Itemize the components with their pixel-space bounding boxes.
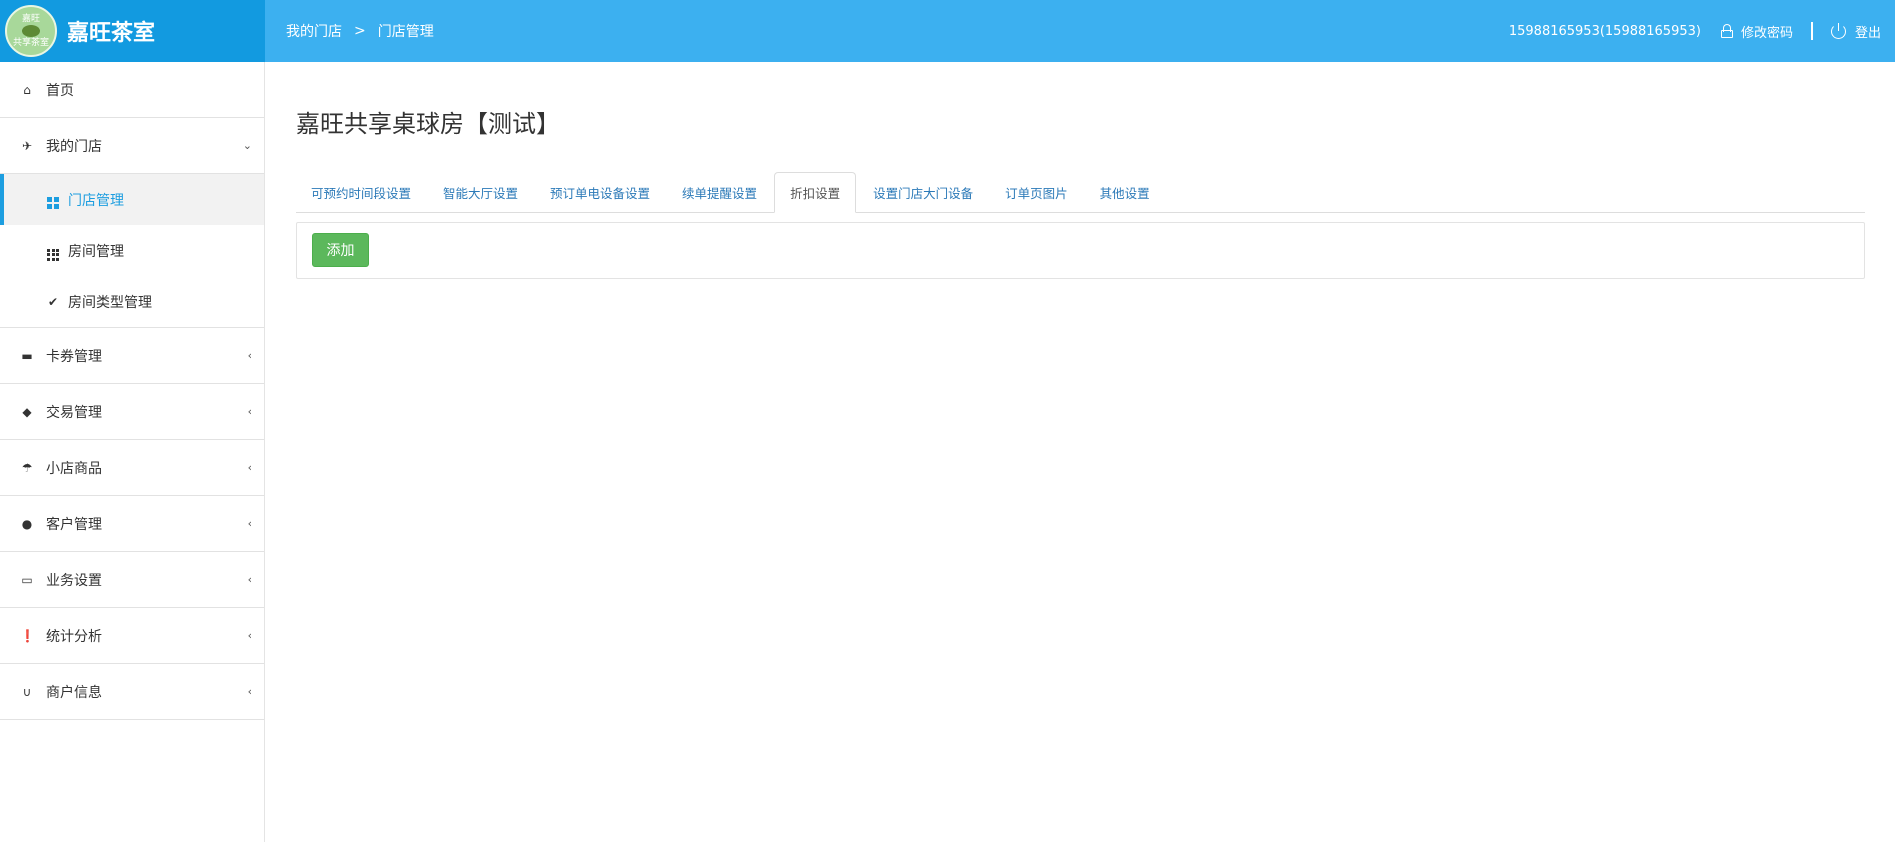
chevron-left-icon: ‹ xyxy=(247,573,252,586)
sidebar-item-label: 业务设置 xyxy=(46,572,102,589)
exclamation-icon: ❗ xyxy=(20,628,35,643)
sidebar-submenu-my-store: 门店管理 房间管理 ✔ 房间类型管理 xyxy=(0,174,264,328)
sidebar-item-label: 卡券管理 xyxy=(46,348,102,365)
user-area: 15988165953(15988165953) 修改密码 登出 xyxy=(1509,0,1881,62)
breadcrumb-my-store[interactable]: 我的门店 xyxy=(286,21,342,41)
folder-icon: ▬ xyxy=(21,348,33,363)
inbox-icon: ▭ xyxy=(21,572,33,587)
chevron-down-icon: ⌄ xyxy=(242,139,252,152)
sidebar-item-label: 门店管理 xyxy=(68,192,124,209)
umbrella-icon: ☂ xyxy=(21,460,33,475)
logo-text-top: 嘉旺 xyxy=(21,14,40,24)
breadcrumb: 我的门店 > 门店管理 xyxy=(286,0,434,62)
chevron-left-icon: ‹ xyxy=(247,685,252,698)
sidebar-item-my-store[interactable]: ✈ 我的门店 ⌄ xyxy=(0,118,264,174)
sidebar-item-label: 首页 xyxy=(46,82,74,99)
plane-icon: ✈ xyxy=(21,138,33,153)
tags-icon: ◆ xyxy=(22,404,32,419)
lock-icon xyxy=(1720,24,1733,38)
tab-discount-settings[interactable]: 折扣设置 xyxy=(774,172,857,213)
sidebar-item-coupons[interactable]: ▬ 卡券管理 ‹ xyxy=(0,328,264,384)
tab-order-page-images[interactable]: 订单页图片 xyxy=(990,172,1083,212)
sidebar-item-business-settings[interactable]: ▭ 业务设置 ‹ xyxy=(0,552,264,608)
chevron-left-icon: ‹ xyxy=(247,517,252,530)
main-content: 嘉旺共享桌球房【测试】 可预约时间段设置 智能大厅设置 预订单电设备设置 续单提… xyxy=(265,62,1895,842)
sidebar-item-label: 客户管理 xyxy=(46,516,102,533)
add-button[interactable]: 添加 xyxy=(312,233,369,267)
change-password-label: 修改密码 xyxy=(1740,25,1793,41)
sidebar-item-shop-goods[interactable]: ☂ 小店商品 ‹ xyxy=(0,440,264,496)
logo-text-bottom: 共享茶室 xyxy=(12,38,49,48)
tab-booking-power-devices[interactable]: 预订单电设备设置 xyxy=(535,172,665,212)
logo: 嘉旺 共享茶室 xyxy=(5,5,57,57)
home-icon: ⌂ xyxy=(23,82,31,97)
tab-other-settings[interactable]: 其他设置 xyxy=(1085,172,1165,212)
sidebar-item-room-management[interactable]: 房间管理 xyxy=(0,225,264,276)
chevron-left-icon: ‹ xyxy=(247,349,252,362)
tab-smart-lobby[interactable]: 智能大厅设置 xyxy=(428,172,533,212)
sidebar-item-home[interactable]: ⌂ 首页 xyxy=(0,62,264,118)
change-password-link[interactable]: 修改密码 xyxy=(1701,22,1793,41)
brand[interactable]: 嘉旺 共享茶室 嘉旺茶室 xyxy=(0,0,265,62)
sidebar-item-label: 房间管理 xyxy=(68,243,124,260)
top-header: 嘉旺 共享茶室 嘉旺茶室 我的门店 > 门店管理 15988165953(159… xyxy=(0,0,1895,62)
logout-label: 登出 xyxy=(1854,25,1881,41)
grid-icon xyxy=(46,241,60,261)
logout-link[interactable]: 登出 xyxy=(1830,22,1881,41)
brand-name: 嘉旺茶室 xyxy=(67,21,156,46)
discount-panel: 添加 xyxy=(296,222,1865,279)
tab-bookable-time-slots[interactable]: 可预约时间段设置 xyxy=(296,172,426,212)
breadcrumb-separator: > xyxy=(354,23,366,39)
chevron-left-icon: ‹ xyxy=(247,461,252,474)
tab-renewal-reminder[interactable]: 续单提醒设置 xyxy=(667,172,772,212)
divider xyxy=(1810,22,1813,40)
sidebar-item-statistics[interactable]: ❗ 统计分析 ‹ xyxy=(0,608,264,664)
power-icon xyxy=(1830,23,1847,39)
magnet-icon: ∪ xyxy=(22,684,32,699)
sidebar-item-room-type-management[interactable]: ✔ 房间类型管理 xyxy=(0,276,264,327)
sidebar: ⌂ 首页 ✈ 我的门店 ⌄ 门店管理 房间管理 ✔ 房间类型管理 ▬ 卡券管理 … xyxy=(0,62,265,842)
sidebar-item-label: 交易管理 xyxy=(46,404,102,421)
sidebar-item-label: 我的门店 xyxy=(46,138,102,155)
user-icon: ● xyxy=(21,516,33,531)
breadcrumb-store-management: 门店管理 xyxy=(377,24,434,40)
chevron-left-icon: ‹ xyxy=(247,405,252,418)
settings-tabs: 可预约时间段设置 智能大厅设置 预订单电设备设置 续单提醒设置 折扣设置 设置门… xyxy=(296,172,1865,213)
chevron-left-icon: ‹ xyxy=(247,629,252,642)
user-account: 15988165953(15988165953) xyxy=(1508,23,1701,39)
sidebar-item-customers[interactable]: ● 客户管理 ‹ xyxy=(0,496,264,552)
sidebar-item-transactions[interactable]: ◆ 交易管理 ‹ xyxy=(0,384,264,440)
sidebar-item-label: 统计分析 xyxy=(46,628,102,645)
turtle-icon xyxy=(22,25,40,37)
sidebar-item-store-management[interactable]: 门店管理 xyxy=(0,174,264,225)
sidebar-item-merchant-info[interactable]: ∪ 商户信息 ‹ xyxy=(0,664,264,720)
sidebar-item-label: 小店商品 xyxy=(46,460,102,477)
check-icon: ✔ xyxy=(47,294,59,309)
sidebar-item-label: 商户信息 xyxy=(46,684,102,701)
dashboard-icon xyxy=(46,191,60,209)
sidebar-item-label: 房间类型管理 xyxy=(68,294,152,311)
page-title: 嘉旺共享桌球房【测试】 xyxy=(296,110,560,138)
tab-store-door-device[interactable]: 设置门店大门设备 xyxy=(858,172,988,212)
